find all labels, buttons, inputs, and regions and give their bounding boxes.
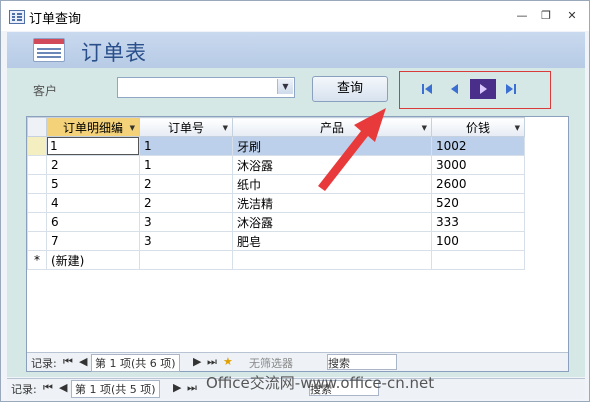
watermark: Office交流网-www.office-cn.net (206, 374, 435, 392)
annotation-arrow (318, 108, 386, 191)
